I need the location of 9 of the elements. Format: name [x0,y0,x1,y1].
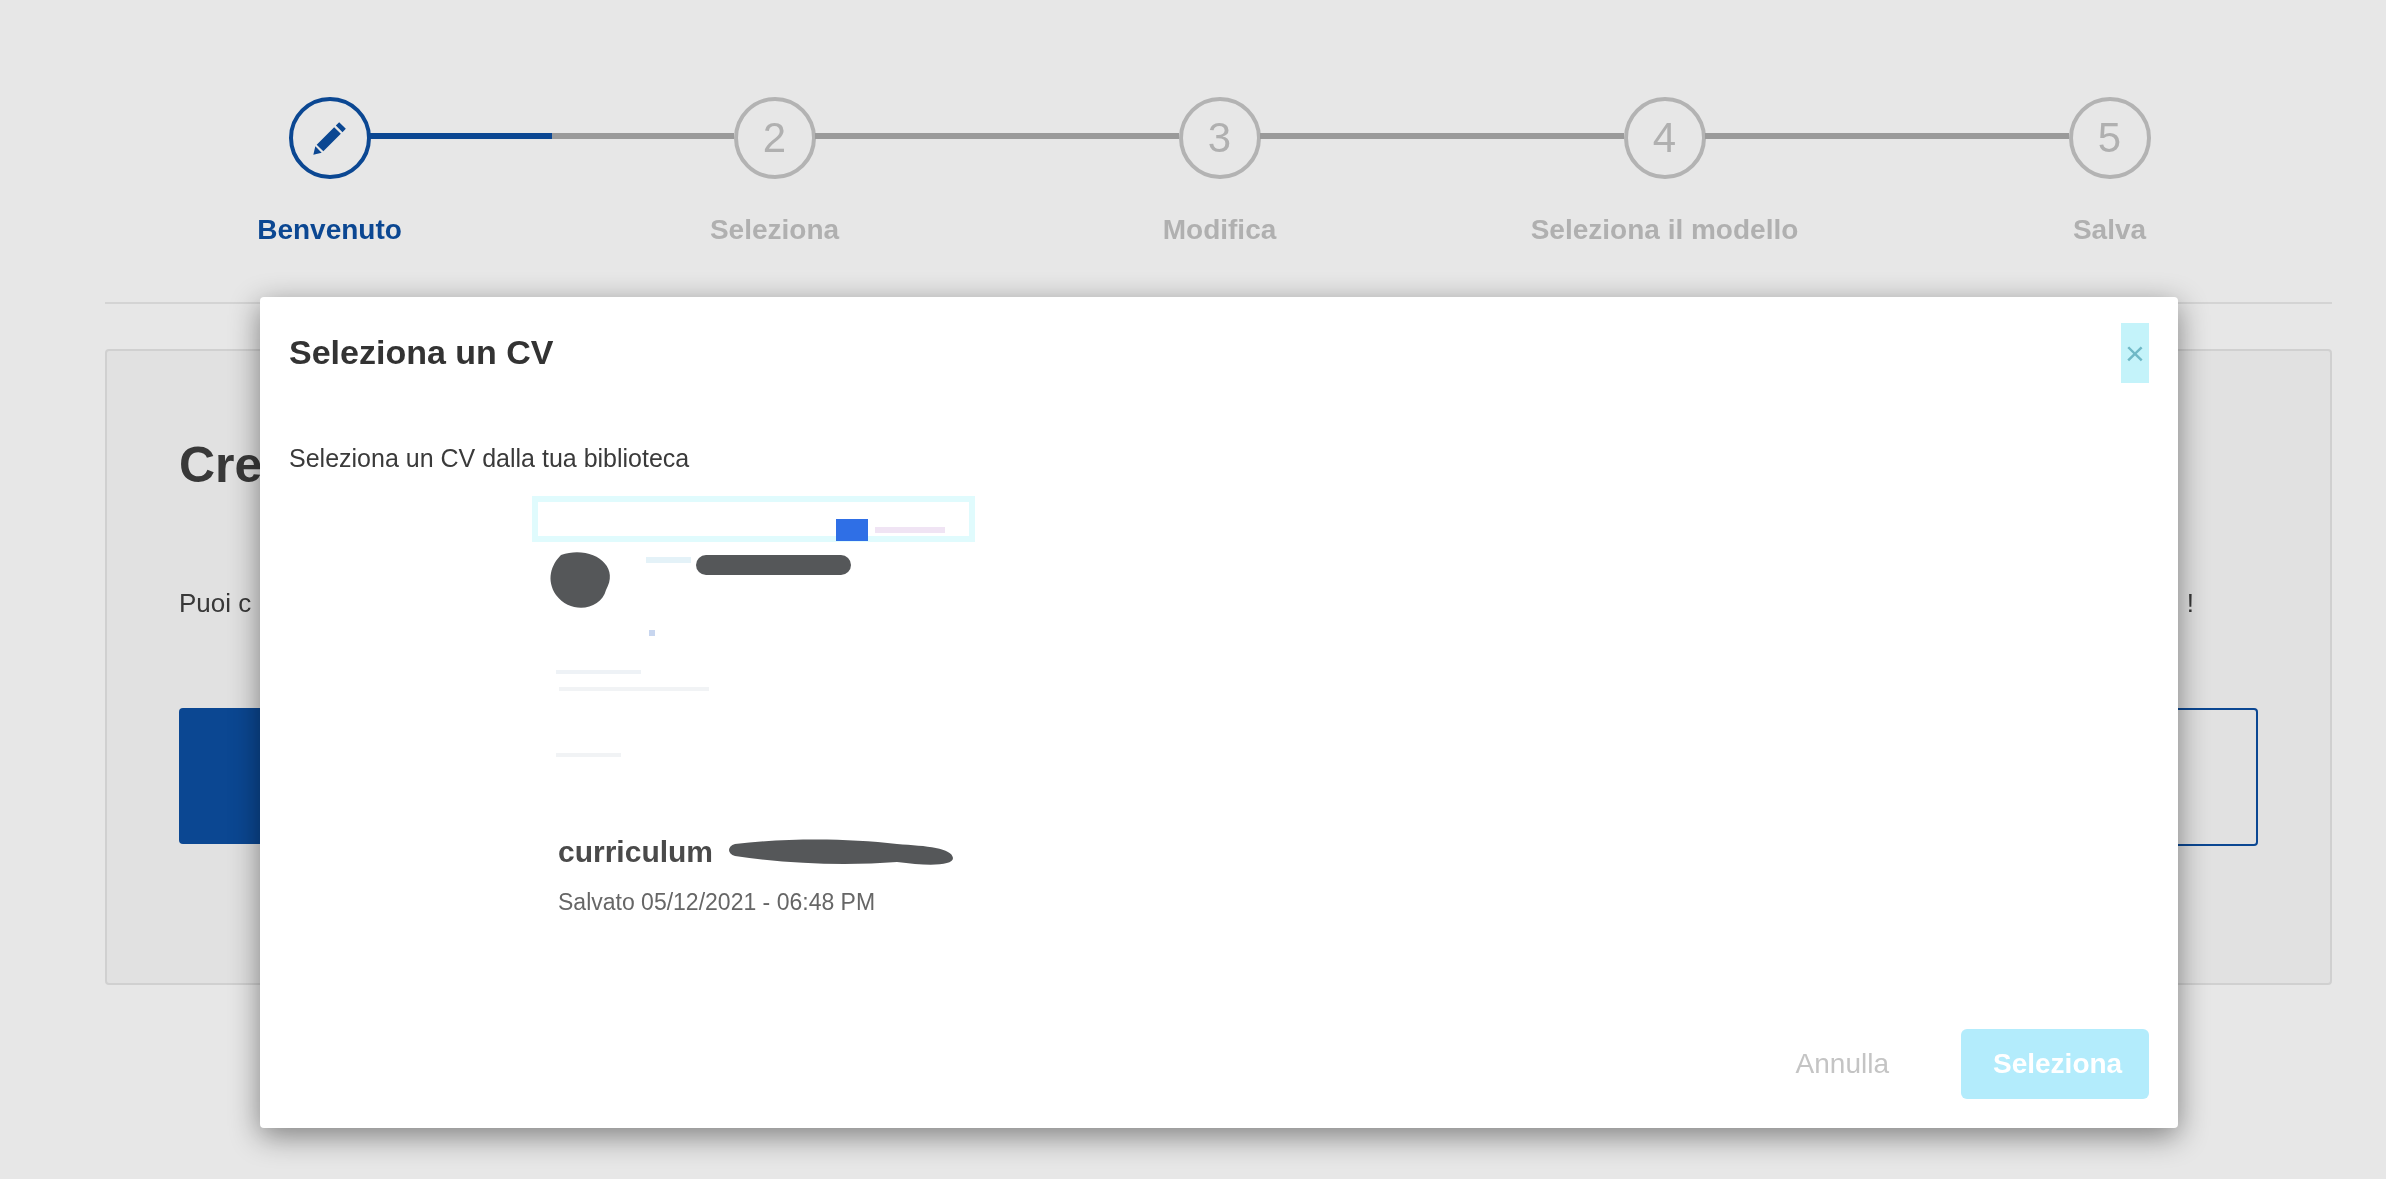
dialog-subtitle: Seleziona un CV dalla tua biblioteca [289,444,691,473]
card-heading: Cre [179,436,263,494]
dialog-title: Seleziona un CV [289,333,554,372]
cv-name: curriculum [558,835,714,869]
saved-date: Salvato 05/12/2021 - 06:48 PM [558,889,876,916]
card-text: Puoi c [179,588,252,619]
card-text: ! [2186,588,2194,619]
step-label: Benvenuto [257,214,402,246]
close-button[interactable]: × [2121,323,2149,383]
